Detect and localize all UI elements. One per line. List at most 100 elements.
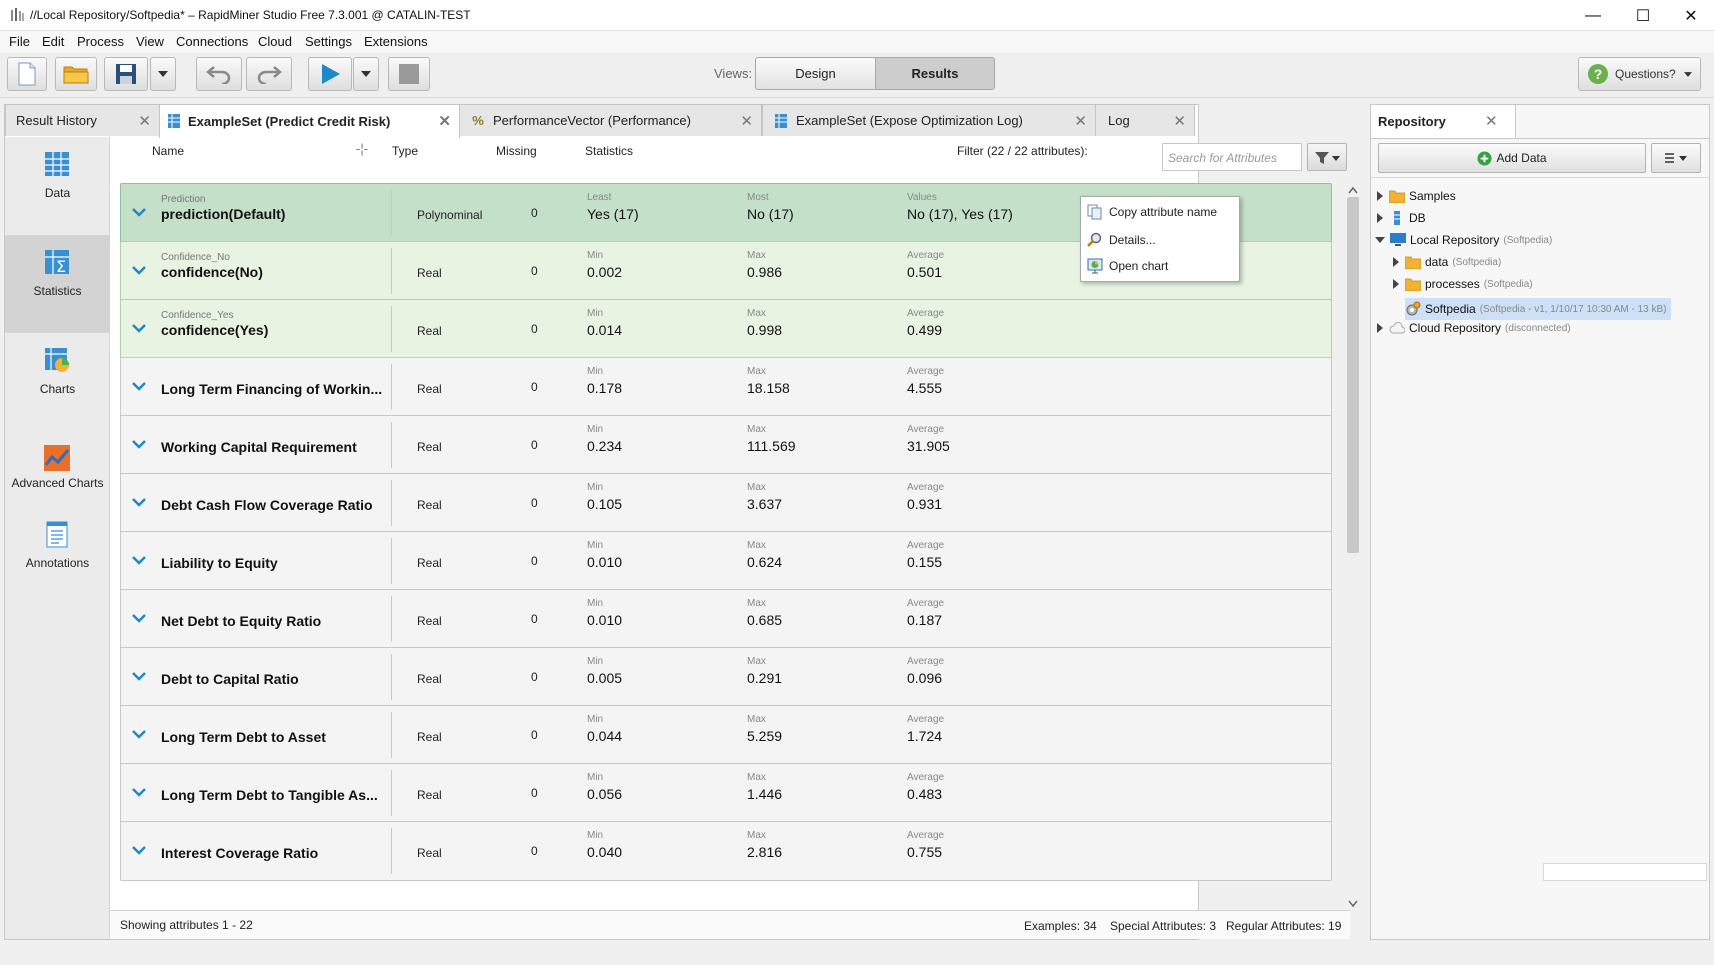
close-tab-icon[interactable]: ✕ [740,112,753,130]
attribute-row[interactable]: Long Term Financing of Workin... Real 0 … [120,357,1332,417]
chevron-down-icon[interactable] [129,492,149,512]
tree-node-softpedia-process[interactable]: Softpedia (Softpedia - v1, 1/10/17 10:30… [1405,298,1671,320]
chevron-down-icon[interactable] [129,376,149,396]
attribute-row[interactable]: Long Term Debt to Tangible As... Real 0 … [120,763,1332,823]
chevron-down-icon[interactable] [129,318,149,338]
menu-file[interactable]: File [9,34,30,49]
filter-options-button[interactable] [1307,143,1347,171]
stat-label: Max [747,482,766,493]
computer-icon [1390,233,1406,246]
close-tab-icon[interactable]: ✕ [1485,112,1498,130]
menu-process[interactable]: Process [77,34,124,49]
close-tab-icon[interactable]: ✕ [138,112,151,130]
tab-result-history[interactable]: Result History ✕ [5,104,160,136]
chevron-down-icon[interactable] [129,782,149,802]
menu-view[interactable]: View [136,34,164,49]
tree-node-db[interactable]: DB [1377,211,1426,225]
menu-item-details[interactable]: Details... [1087,228,1233,252]
tab-exampleset-predict-credit-risk[interactable]: ExampleSet (Predict Credit Risk) ✕ [159,104,460,138]
expand-arrow-icon[interactable] [1377,191,1383,201]
stat-value: 0.178 [587,380,623,396]
chevron-down-icon[interactable] [129,608,149,628]
tree-node-cloud-repository[interactable]: Cloud Repository (disconnected) [1377,321,1571,335]
expand-arrow-icon[interactable] [1377,213,1383,223]
column-resize-handle[interactable]: ‐¦‐ [356,141,368,156]
tab-repository[interactable]: Repository ✕ [1371,105,1516,138]
run-options-dropdown[interactable] [353,57,379,91]
scroll-up-icon[interactable] [1348,186,1358,194]
menu-extensions[interactable]: Extensions [364,34,428,49]
divider [391,538,392,584]
tree-node-data[interactable]: data (Softpedia) [1393,255,1501,269]
attribute-row[interactable]: Net Debt to Equity Ratio Real 0 Min 0.01… [120,589,1332,649]
repository-menu-button[interactable] [1651,143,1701,173]
stat-label: Min [587,656,604,667]
scroll-down-icon[interactable] [1348,900,1358,908]
nav-annotations[interactable]: Annotations [5,507,110,605]
undo-button[interactable] [196,57,242,91]
stat-value: 2.816 [747,844,783,860]
save-process-button[interactable] [104,57,148,91]
menu-connections[interactable]: Connections [176,34,248,49]
stop-icon [399,64,419,84]
chevron-down-icon[interactable] [129,202,149,222]
attribute-row[interactable]: Long Term Debt to Asset Real 0 Min 0.044… [120,705,1332,765]
close-window-button[interactable]: ✕ [1668,0,1714,31]
chevron-down-icon[interactable] [129,260,149,280]
folder-icon [1389,190,1405,203]
questions-button[interactable]: ? Questions? [1578,57,1701,91]
close-tab-icon[interactable]: ✕ [1074,112,1087,130]
chevron-down-icon[interactable] [129,666,149,686]
nav-data[interactable]: Data [5,137,110,235]
redo-button[interactable] [246,57,292,91]
maximize-button[interactable]: ☐ [1620,0,1666,31]
chevron-down-icon[interactable] [129,434,149,454]
expand-arrow-icon[interactable] [1377,323,1383,333]
menu-settings[interactable]: Settings [305,34,352,49]
divider [391,364,392,410]
tab-log[interactable]: Log ✕ [1095,104,1195,136]
column-header-type[interactable]: Type [392,144,418,158]
close-tab-icon[interactable]: ✕ [1173,112,1186,130]
tree-node-processes[interactable]: processes (Softpedia) [1393,277,1533,291]
save-options-dropdown[interactable] [150,57,176,91]
expand-arrow-icon[interactable] [1393,257,1399,267]
stop-process-button[interactable] [388,57,430,91]
attribute-row[interactable]: Debt Cash Flow Coverage Ratio Real 0 Min… [120,473,1332,533]
menu-item-open-chart[interactable]: Open chart [1087,254,1233,278]
chevron-down-icon[interactable] [129,840,149,860]
run-process-button[interactable] [308,57,352,91]
attribute-row[interactable]: Confidence_Yes confidence(Yes) Real 0 Mi… [120,299,1332,359]
expand-arrow-icon[interactable] [1393,279,1399,289]
attribute-search-input[interactable]: Search for Attributes [1162,143,1302,171]
column-header-name[interactable]: Name [152,144,184,158]
tree-node-local-repository[interactable]: Local Repository (Softpedia) [1375,233,1552,247]
menu-cloud[interactable]: Cloud [258,34,292,49]
attribute-row[interactable]: Liability to Equity Real 0 Min 0.010 Max… [120,531,1332,591]
attribute-missing: 0 [531,844,538,858]
chevron-down-icon[interactable] [129,724,149,744]
close-tab-icon[interactable]: ✕ [438,112,451,130]
menu-edit[interactable]: Edit [42,34,64,49]
scroll-thumb[interactable] [1347,197,1359,553]
nav-charts[interactable]: Charts [5,333,110,431]
chevron-down-icon[interactable] [129,550,149,570]
tab-exampleset-expose-optimization-log[interactable]: ExampleSet (Expose Optimization Log) ✕ [762,104,1096,136]
menu-item-copy-attribute-name[interactable]: Copy attribute name [1087,200,1233,224]
add-data-button[interactable]: Add Data [1378,143,1646,173]
collapse-arrow-icon[interactable] [1375,237,1385,243]
attribute-row[interactable]: Working Capital Requirement Real 0 Min 0… [120,415,1332,475]
column-header-missing[interactable]: Missing [496,144,537,158]
attribute-row[interactable]: Debt to Capital Ratio Real 0 Min 0.005 M… [120,647,1332,707]
new-process-button[interactable] [7,57,47,91]
nav-statistics[interactable]: Σ Statistics [5,235,110,333]
open-process-button[interactable] [55,57,97,91]
tab-performancevector[interactable]: % PerformanceVector (Performance) ✕ [459,104,762,136]
minimize-button[interactable]: — [1570,0,1616,31]
attribute-row[interactable]: Interest Coverage Ratio Real 0 Min 0.040… [120,821,1332,881]
attribute-list-scrollbar[interactable] [1346,183,1360,911]
attribute-name: confidence(No) [161,264,263,280]
results-view-button[interactable]: Results [875,57,995,90]
design-view-button[interactable]: Design [755,57,876,90]
tree-node-samples[interactable]: Samples [1377,189,1456,203]
